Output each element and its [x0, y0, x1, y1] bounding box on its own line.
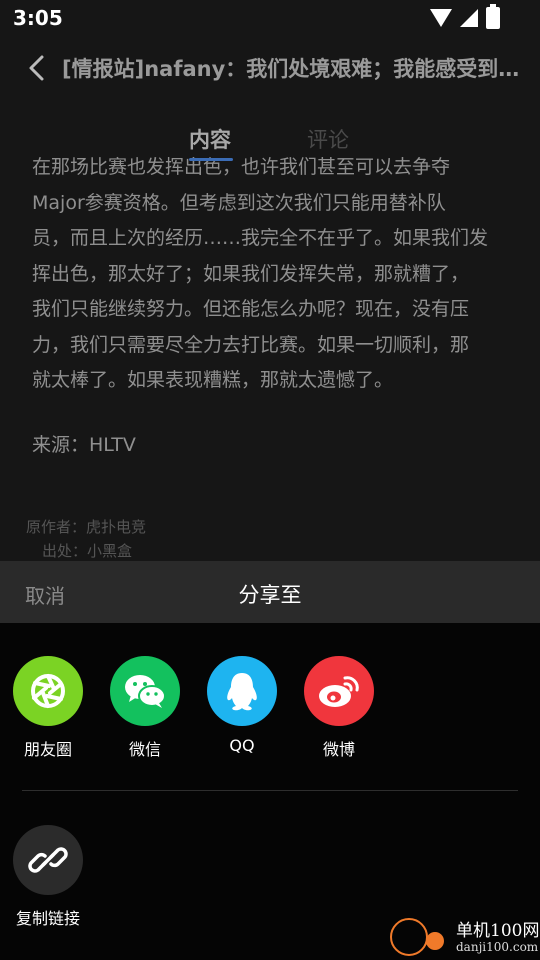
share-moments-label: 朋友圈 [23, 740, 72, 759]
status-bar: 3:05 [0, 0, 540, 36]
battery-icon [486, 4, 500, 29]
page-title: [情报站]nafany：我们处境艰难；我能感受到… [62, 57, 520, 81]
watermark-name: 单机100网 [456, 921, 540, 941]
article-origin: 出处：小黑盒 [42, 542, 133, 560]
article-source: 来源：HLTV [32, 434, 136, 456]
back-arrow-icon[interactable] [22, 50, 52, 86]
share-moments-button[interactable]: 朋友圈 [3, 656, 93, 760]
share-sheet-header: 取消 分享至 [0, 561, 540, 623]
share-qq-label: QQ [229, 736, 255, 755]
article-line: 员，而且上次的经历……我完全不在乎了。如果我们发 [32, 227, 489, 249]
share-sheet: 朋友圈 微信 QQ 微博 复制链接 单机100网 danji100.com [0, 623, 540, 960]
article-body: 在那场比赛也发挥出色，也许我们甚至可以去争夺 Major参赛资格。但考虑到这次我… [32, 150, 512, 399]
watermark-url: danji100.com [456, 940, 539, 954]
article-line: Major参赛资格。但考虑到这次我们只能用替补队 [32, 191, 446, 214]
article-line: 我们只能继续努力。但还能怎么办呢？现在，没有压 [32, 298, 470, 320]
weibo-icon [304, 656, 374, 726]
article-line: 就太棒了。如果表现糟糕，那就太遗憾了。 [32, 369, 394, 391]
share-weibo-button[interactable]: 微博 [294, 656, 384, 760]
tab-content[interactable]: 内容 [189, 124, 231, 154]
copy-link-label: 复制链接 [15, 909, 80, 928]
status-icons [430, 4, 500, 29]
copy-link-button[interactable]: 复制链接 [3, 825, 93, 929]
share-qq-button[interactable]: QQ [197, 656, 287, 755]
wechat-icon [110, 656, 180, 726]
share-wechat-label: 微信 [128, 740, 161, 759]
moments-icon [13, 656, 83, 726]
link-icon [13, 825, 83, 895]
status-time: 3:05 [13, 6, 63, 30]
watermark-dot-icon [426, 932, 444, 950]
app-bar: [情报站]nafany：我们处境艰难；我能感受到… [0, 40, 540, 96]
article-clip: 在那场比赛也发挥出色，也许我们甚至可以去争夺 Major参赛资格。但考虑到这次我… [0, 140, 540, 560]
share-weibo-label: 微博 [322, 740, 355, 759]
share-wechat-button[interactable]: 微信 [100, 656, 190, 760]
qq-icon [207, 656, 277, 726]
article-line: 挥出色，那太好了；如果我们发挥失常，那就糟了， [32, 262, 470, 285]
tab-comments[interactable]: 评论 [307, 124, 349, 154]
article-line: 力，我们只需要尽全力去打比赛。如果一切顺利，那 [32, 333, 470, 356]
wifi-icon [430, 9, 452, 27]
share-divider [22, 790, 518, 791]
active-tab-indicator [189, 158, 233, 161]
original-author: 原作者：虎扑电竞 [26, 518, 147, 536]
site-watermark: 单机100网 danji100.com [390, 912, 540, 960]
signal-icon [460, 9, 478, 27]
share-sheet-title: 分享至 [238, 583, 302, 607]
content-tabs: 内容 评论 [0, 118, 540, 166]
watermark-logo-icon [390, 918, 428, 956]
